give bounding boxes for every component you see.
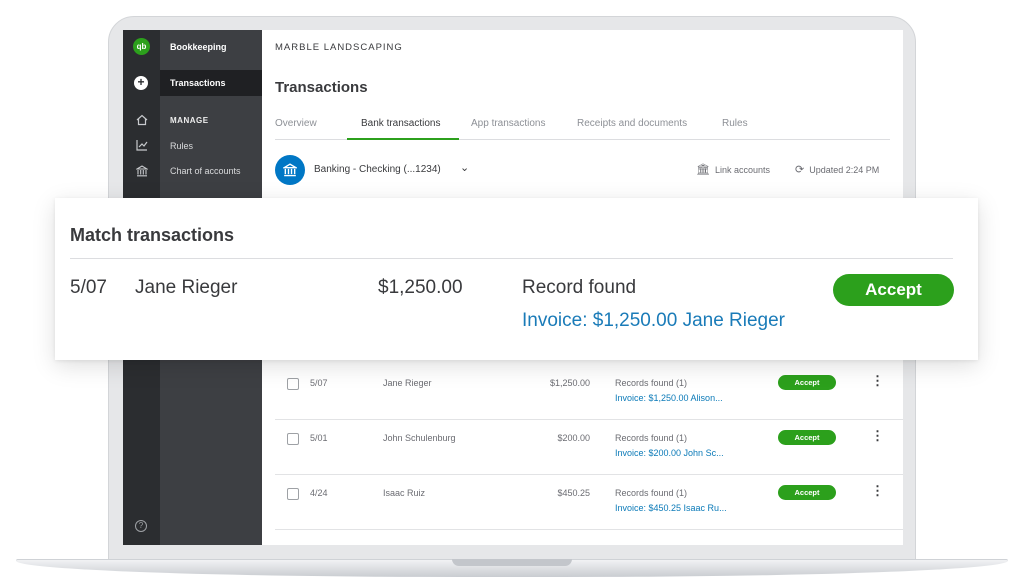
row-amount: $450.25 — [557, 488, 590, 498]
row-invoice-link[interactable]: Invoice: $200.00 John Sc... — [615, 448, 724, 458]
kebab-icon[interactable]: ⋮ — [871, 428, 884, 444]
kebab-icon[interactable]: ⋮ — [871, 483, 884, 499]
bank-icon: 🏛 — [696, 164, 710, 176]
kebab-icon[interactable]: ⋮ — [871, 373, 884, 389]
refresh-icon: ⟳ — [795, 164, 805, 176]
row-payee: Jane Rieger — [383, 378, 432, 388]
active-tab-indicator — [347, 138, 459, 140]
qb-logo-icon[interactable]: qb — [133, 38, 150, 55]
accept-button[interactable]: Accept — [833, 274, 954, 306]
row-date: 4/24 — [310, 488, 328, 498]
card-divider — [70, 258, 953, 259]
sidebar-item-rules[interactable]: Rules — [170, 141, 193, 151]
match-amount: $1,250.00 — [378, 277, 463, 298]
row-checkbox[interactable] — [287, 433, 299, 445]
match-invoice-link[interactable]: Invoice: $1,250.00 Jane Rieger — [522, 310, 785, 332]
match-transactions-card: Match transactions 5/07 Jane Rieger $1,2… — [55, 198, 978, 360]
table-row[interactable]: 5/01 John Schulenburg $200.00 Records fo… — [275, 420, 903, 475]
sidebar-item-transactions[interactable]: Transactions — [170, 78, 226, 88]
accept-button[interactable]: Accept — [778, 485, 836, 500]
row-payee: John Schulenburg — [383, 433, 456, 443]
row-date: 5/01 — [310, 433, 328, 443]
row-amount: $200.00 — [557, 433, 590, 443]
laptop-notch — [452, 559, 572, 566]
help-icon[interactable]: ? — [135, 520, 147, 532]
card-title: Match transactions — [70, 225, 235, 245]
row-status: Records found (1) — [615, 488, 688, 498]
plus-icon[interactable]: + — [134, 76, 148, 90]
bank-account-icon — [275, 155, 305, 185]
table-row[interactable]: 5/07 Jane Rieger $1,250.00 Records found… — [275, 365, 903, 420]
updated-status[interactable]: ⟳ Updated 2:24 PM — [795, 163, 879, 176]
row-invoice-link[interactable]: Invoice: $1,250.00 Alison... — [615, 393, 723, 403]
row-payee: Isaac Ruiz — [383, 488, 426, 498]
match-date: 5/07 — [70, 277, 107, 298]
accept-button[interactable]: Accept — [778, 375, 836, 390]
match-payee: Jane Rieger — [135, 277, 238, 298]
page-title: Transactions — [275, 79, 368, 96]
tab-overview[interactable]: Overview — [275, 118, 317, 129]
home-icon[interactable] — [123, 114, 160, 129]
sidebar-app-title: Bookkeeping — [170, 42, 227, 52]
row-status: Records found (1) — [615, 378, 688, 388]
link-accounts-button[interactable]: 🏛 Link accounts — [696, 163, 770, 176]
account-selector[interactable]: Banking - Checking (...1234) — [314, 164, 441, 175]
company-name: MARBLE LANDSCAPING — [275, 42, 403, 53]
row-checkbox[interactable] — [287, 378, 299, 390]
sidebar-item-chart-of-accounts[interactable]: Chart of accounts — [170, 166, 241, 176]
bank-icon[interactable] — [123, 165, 160, 180]
row-invoice-link[interactable]: Invoice: $450.25 Isaac Ru... — [615, 503, 727, 513]
tab-app-transactions[interactable]: App transactions — [471, 118, 546, 129]
updated-label: Updated 2:24 PM — [809, 165, 880, 175]
accept-button[interactable]: Accept — [778, 430, 836, 445]
tab-bar: Overview Bank transactions App transacti… — [275, 110, 890, 140]
chevron-down-icon[interactable]: ⌄ — [460, 161, 469, 174]
match-status: Record found — [522, 277, 637, 298]
tab-rules[interactable]: Rules — [722, 118, 748, 129]
row-amount: $1,250.00 — [549, 378, 590, 388]
row-status: Records found (1) — [615, 433, 688, 443]
sidebar-section-manage: MANAGE — [170, 116, 209, 125]
tab-bank-transactions[interactable]: Bank transactions — [361, 118, 441, 129]
link-accounts-label: Link accounts — [714, 165, 771, 175]
tab-receipts-and-documents[interactable]: Receipts and documents — [577, 118, 687, 129]
chart-icon[interactable] — [123, 139, 160, 154]
table-row[interactable]: 4/24 Isaac Ruiz $450.25 Records found (1… — [275, 475, 903, 530]
row-checkbox[interactable] — [287, 488, 299, 500]
row-date: 5/07 — [310, 378, 328, 388]
